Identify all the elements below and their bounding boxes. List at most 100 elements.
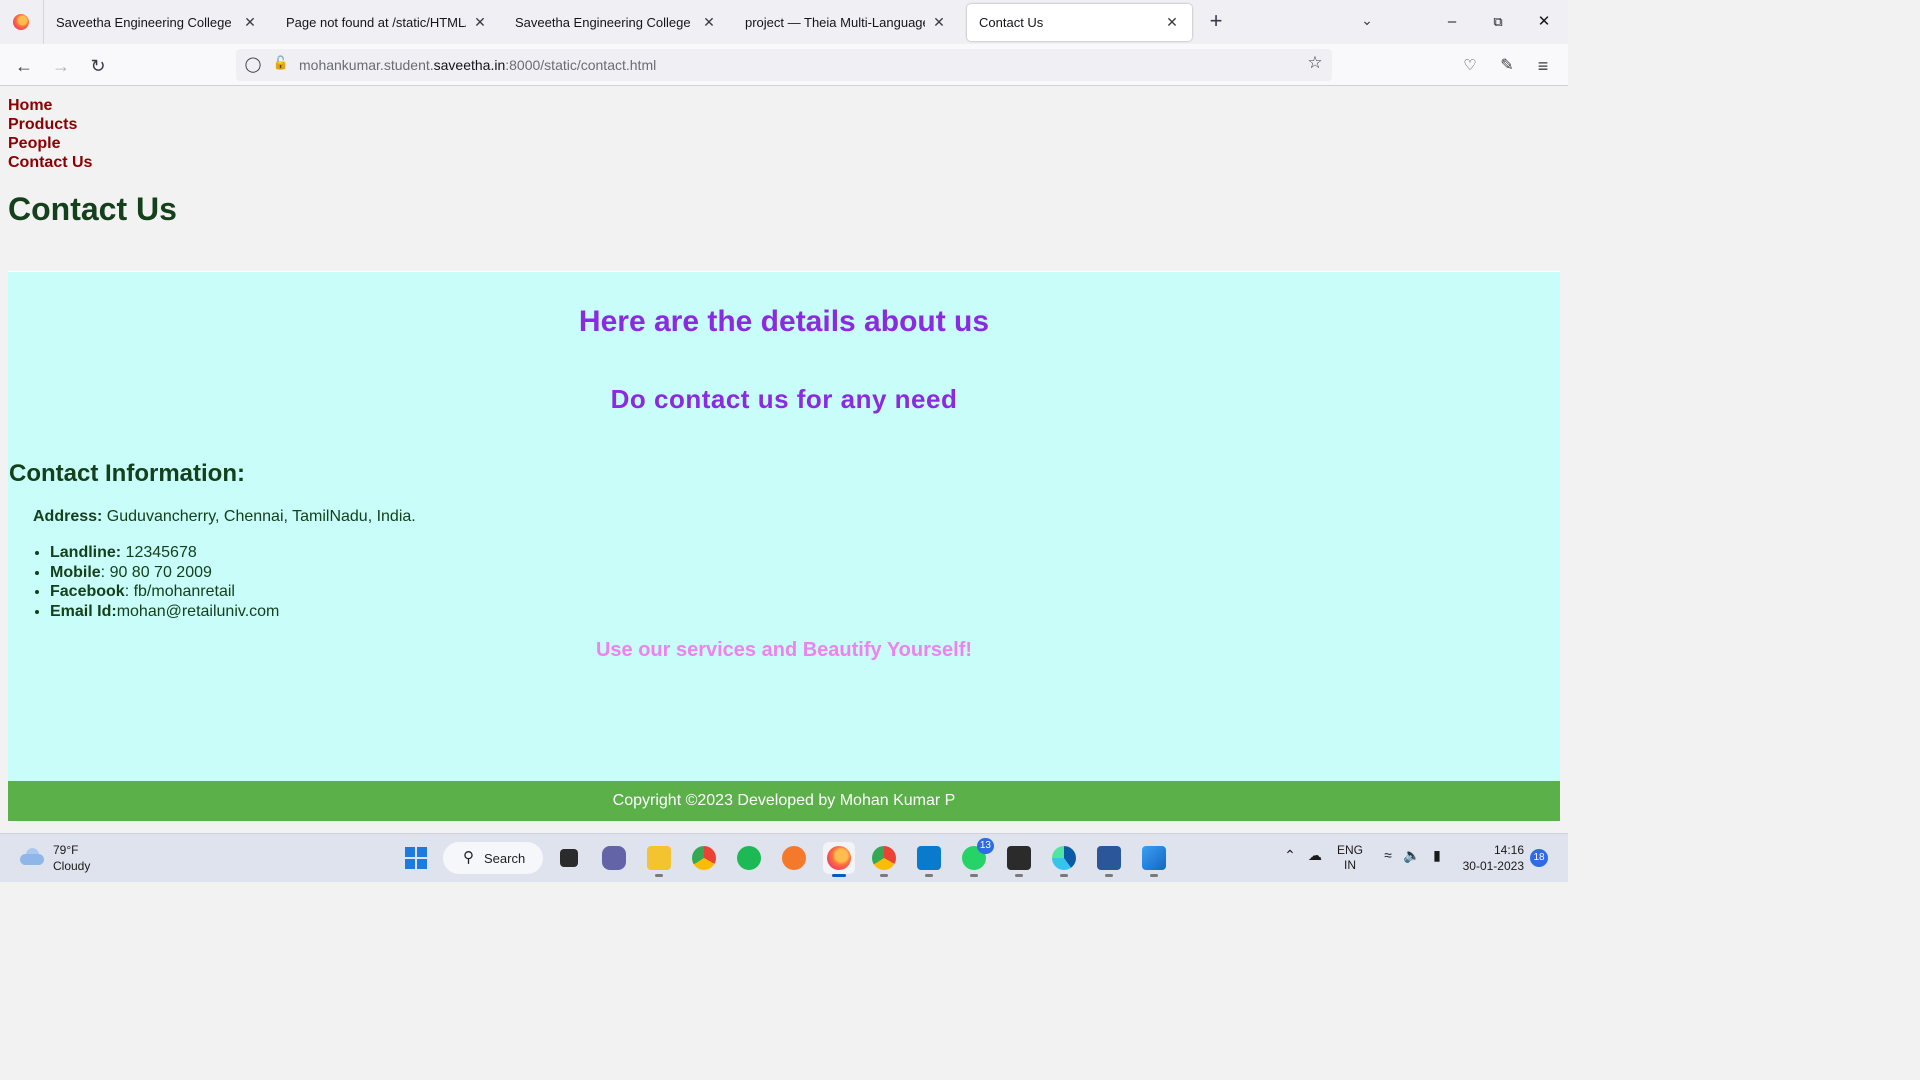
back-arrow-icon[interactable]: ← [11,53,37,79]
contact-value: 12345678 [121,544,197,561]
url-text[interactable]: mohankumar.student.saveetha.in:8000/stat… [299,57,656,73]
address-bar[interactable]: ◯ 🔓 mohankumar.student.saveetha.in:8000/… [236,49,1332,81]
tab-label: Saveetha Engineering College [56,15,232,30]
photos-icon[interactable] [1138,842,1170,877]
address-value: Guduvancherry, Chennai, TamilNadu, India… [102,508,416,525]
address-label: Address: [33,508,103,525]
word-icon[interactable] [1093,842,1125,877]
spotify-icon[interactable] [733,842,765,874]
page-footer: Copyright ©2023 Developed by Mohan Kumar… [8,781,1560,821]
teams-chat-icon[interactable] [598,842,630,874]
contact-label: Email Id: [50,602,117,620]
forward-arrow-icon[interactable]: → [48,53,74,79]
wifi-icon[interactable]: ≈ [1378,847,1398,867]
url-domain: saveetha.in [433,57,506,73]
close-icon[interactable]: ✕ [931,14,947,31]
vscode-icon[interactable] [913,842,945,877]
search-icon: ⚲ [463,849,474,866]
task-view-icon[interactable] [553,842,585,874]
chrome-icon[interactable] [688,842,720,874]
clock-time: 14:16 [1493,843,1524,857]
menu-link-people[interactable]: People [8,134,92,153]
tab-page-not-found[interactable]: Page not found at /static/HTML/main.html… [274,4,500,41]
tab-saveetha-1[interactable]: Saveetha Engineering College ✕ [44,4,270,41]
language-indicator[interactable]: ENG IN [1336,843,1364,873]
windows-taskbar: 79°F Cloudy ⚲ Search 13 ⌃ ☁ ENG IN ≈ 🔈 ▮… [0,833,1568,882]
unread-badge: 13 [976,838,994,854]
tab-contact-us[interactable]: Contact Us ✕ [967,4,1192,41]
weather-condition: Cloudy [53,859,91,873]
hamburger-menu-icon[interactable]: ≡ [1530,53,1556,79]
tab-saveetha-2[interactable]: Saveetha Engineering College ✕ [503,4,729,41]
contact-facebook: Facebook: fb/mohanretail [50,582,279,602]
volume-icon[interactable]: 🔈 [1402,847,1422,867]
blender-icon[interactable] [778,842,810,874]
insecure-lock-icon[interactable]: 🔓 [272,55,290,75]
tab-label: project — Theia Multi-Language Explorer [745,15,925,30]
close-icon[interactable]: ✕ [1164,14,1180,31]
contact-information-title: Contact Information: [9,460,245,487]
cloudy-weather-icon[interactable] [18,846,46,866]
contact-content-section: Here are the details about us Do contact… [8,271,1560,783]
services-tagline: Use our services and Beautify Yourself! [595,639,973,661]
tab-label: Contact Us [979,15,1044,30]
details-heading: Here are the details about us [578,305,990,338]
close-icon[interactable]: ✕ [701,14,717,31]
tab-label: Saveetha Engineering College [515,15,691,30]
language-code: ENG [1336,843,1363,857]
contact-value: : 90 80 70 2009 [100,563,212,581]
onedrive-cloud-icon[interactable]: ☁ [1305,847,1325,867]
pocket-icon[interactable]: ♡ [1457,53,1483,79]
extensions-icon[interactable]: ✎ [1494,53,1520,79]
whatsapp-icon[interactable]: 13 [958,838,994,877]
chrome-profile-icon[interactable] [868,842,900,877]
edge-icon[interactable] [1048,842,1080,877]
contact-list: Landline: 12345678 Mobile: 90 80 70 2009… [50,543,279,621]
new-tab-icon[interactable]: + [1204,9,1228,35]
contact-label: Mobile [50,563,101,581]
reload-icon[interactable]: ↻ [85,53,111,79]
system-clock[interactable]: 14:16 30-01-2023 [1458,842,1524,874]
contact-value: : fb/mohanretail [124,583,235,600]
contact-mobile: Mobile: 90 80 70 2009 [50,563,279,583]
url-prefix: mohankumar.student. [299,57,434,73]
bookmark-star-icon[interactable]: ☆ [1304,53,1326,77]
terminal-icon[interactable] [1003,842,1035,877]
page-viewport: Home Products People Contact Us Contact … [0,87,1568,833]
notification-badge[interactable]: 18 [1530,849,1548,867]
chevron-down-icon[interactable]: ⌄ [1356,12,1378,32]
close-icon[interactable]: ✕ [472,14,488,31]
tab-label: Page not found at /static/HTML/main.html [286,15,466,30]
contact-label: Landline: [50,544,122,561]
weather-widget[interactable]: 79°F Cloudy [53,842,90,874]
site-menu: Home Products People Contact Us [8,96,92,172]
contact-label: Facebook [50,583,125,600]
battery-icon[interactable]: ▮ [1427,847,1447,867]
menu-link-home[interactable]: Home [8,96,92,115]
search-label: Search [484,851,526,866]
url-suffix: :8000/static/contact.html [505,57,657,73]
minimize-icon[interactable]: – [1440,10,1464,34]
file-explorer-icon[interactable] [643,842,675,877]
contact-landline: Landline: 12345678 [50,543,279,563]
close-icon[interactable]: ✕ [242,14,258,31]
tracking-shield-icon[interactable]: ◯ [244,55,262,75]
menu-link-contact-us[interactable]: Contact Us [8,153,92,172]
firefox-view-icon[interactable] [0,0,44,44]
start-windows-icon[interactable] [400,842,432,874]
region-code: IN [1344,858,1356,872]
menu-link-products[interactable]: Products [8,115,92,134]
tab-theia-project[interactable]: project — Theia Multi-Language Explorer … [733,4,959,41]
tab-strip: Saveetha Engineering College ✕ Page not … [0,0,1568,44]
page-title: Contact Us [8,191,177,227]
contact-need-heading: Do contact us for any need [610,384,958,414]
weather-temperature: 79°F [53,843,79,857]
restore-icon[interactable]: ⧉ [1486,10,1510,34]
navigation-toolbar: ← → ↻ ◯ 🔓 mohankumar.student.saveetha.in… [0,44,1568,86]
taskbar-search-button[interactable]: ⚲ Search [443,842,543,874]
address-line: Address: Guduvancherry, Chennai, TamilNa… [33,508,416,526]
chevron-up-icon[interactable]: ⌃ [1280,847,1300,867]
contact-email: Email Id:mohan@retailuniv.com [50,602,279,622]
firefox-taskbar-icon[interactable] [823,842,855,877]
window-close-icon[interactable]: ✕ [1532,10,1556,34]
